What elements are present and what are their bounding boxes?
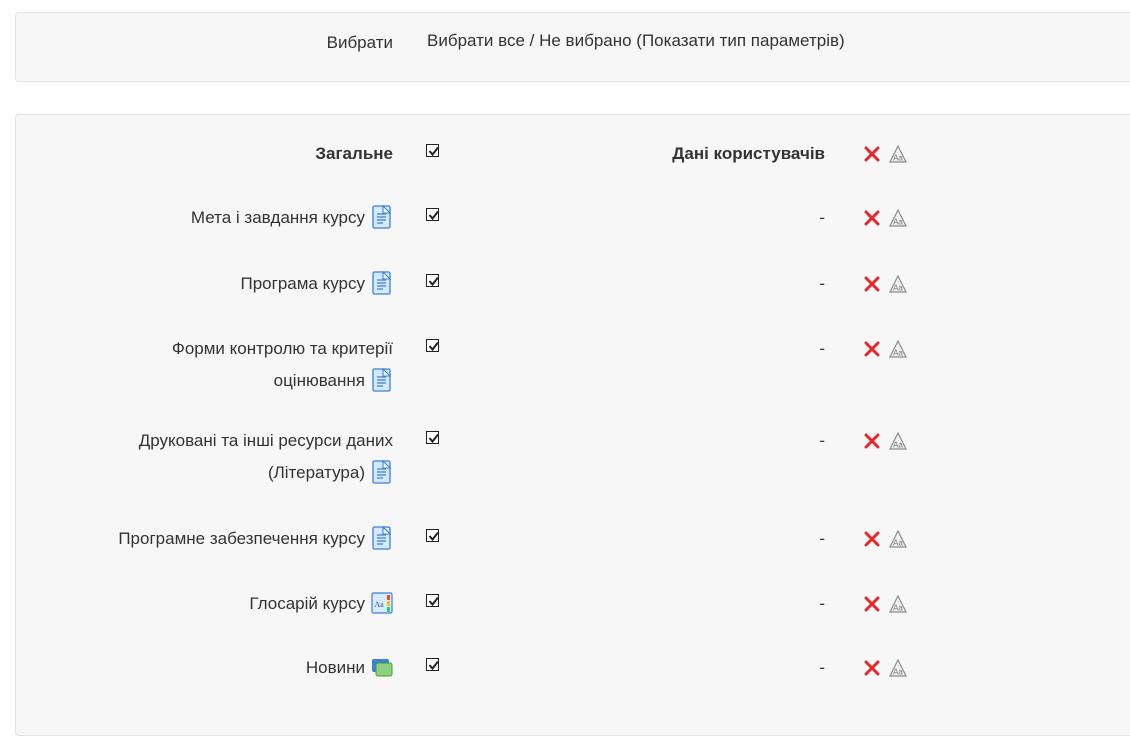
svg-text:Aa: Aa (374, 600, 384, 609)
type-triangle-icon[interactable] (889, 595, 907, 613)
forum-icon (372, 658, 393, 677)
type-triangle-icon[interactable] (889, 275, 907, 293)
type-triangle-icon[interactable] (889, 340, 907, 358)
delete-icon[interactable] (864, 146, 880, 162)
row-checkbox[interactable] (426, 529, 439, 542)
row-checkbox[interactable] (426, 208, 439, 221)
delete-icon[interactable] (864, 596, 880, 612)
row-user-data: - (819, 339, 825, 358)
delete-icon[interactable] (864, 341, 880, 357)
delete-icon[interactable] (864, 210, 880, 226)
row-checkbox[interactable] (426, 658, 439, 671)
row-user-data: - (819, 658, 825, 677)
row-user-data: - (819, 274, 825, 293)
row-label: Глосарій курсу Aa (0, 588, 393, 620)
type-triangle-icon[interactable] (889, 530, 907, 548)
row-label: Друковані та інші ресурси даних (Літерату… (138, 431, 393, 484)
page-icon (372, 270, 391, 295)
type-triangle-icon[interactable] (889, 432, 907, 450)
row-label: Програмне забезпечення курсу (0, 523, 393, 555)
select-none-link[interactable]: Не вибрано (539, 31, 631, 50)
separator: / (524, 31, 540, 50)
row-checkbox[interactable] (426, 339, 439, 352)
type-triangle-icon[interactable] (889, 145, 907, 163)
row-label: Мета і завдання курсу (0, 202, 393, 234)
row-label: Програма курсу (0, 268, 393, 300)
delete-icon[interactable] (864, 276, 880, 292)
page-icon (372, 204, 391, 229)
show-types-link[interactable]: (Показати тип параметрів) (632, 31, 844, 50)
delete-icon[interactable] (864, 660, 880, 676)
select-links: Вибрати все / Не вибрано (Показати тип п… (427, 31, 845, 51)
type-triangle-icon[interactable] (889, 209, 907, 227)
select-all-link[interactable]: Вибрати все (427, 31, 525, 50)
row-checkbox[interactable] (426, 274, 439, 287)
glossary-icon: Aa (371, 591, 393, 614)
row-checkbox[interactable] (426, 431, 439, 444)
delete-icon[interactable] (864, 531, 880, 547)
row-user-data: - (819, 208, 825, 227)
row-checkbox[interactable] (426, 594, 439, 607)
row-user-data: - (819, 529, 825, 548)
delete-icon[interactable] (864, 433, 880, 449)
row-user-data: - (819, 431, 825, 450)
row-user-data: - (819, 594, 825, 613)
general-checkbox[interactable] (426, 144, 439, 157)
page-icon (372, 459, 391, 484)
row-label: Форми контролю та критерії оцінювання (171, 339, 393, 392)
user-data-label: Дані користувачів (672, 144, 825, 163)
row-label: Новини (0, 652, 393, 684)
type-triangle-icon[interactable] (889, 659, 907, 677)
page-icon (372, 367, 391, 392)
page-icon (372, 525, 391, 550)
general-label: Загальне (315, 144, 393, 163)
select-label: Вибрати (326, 33, 393, 52)
